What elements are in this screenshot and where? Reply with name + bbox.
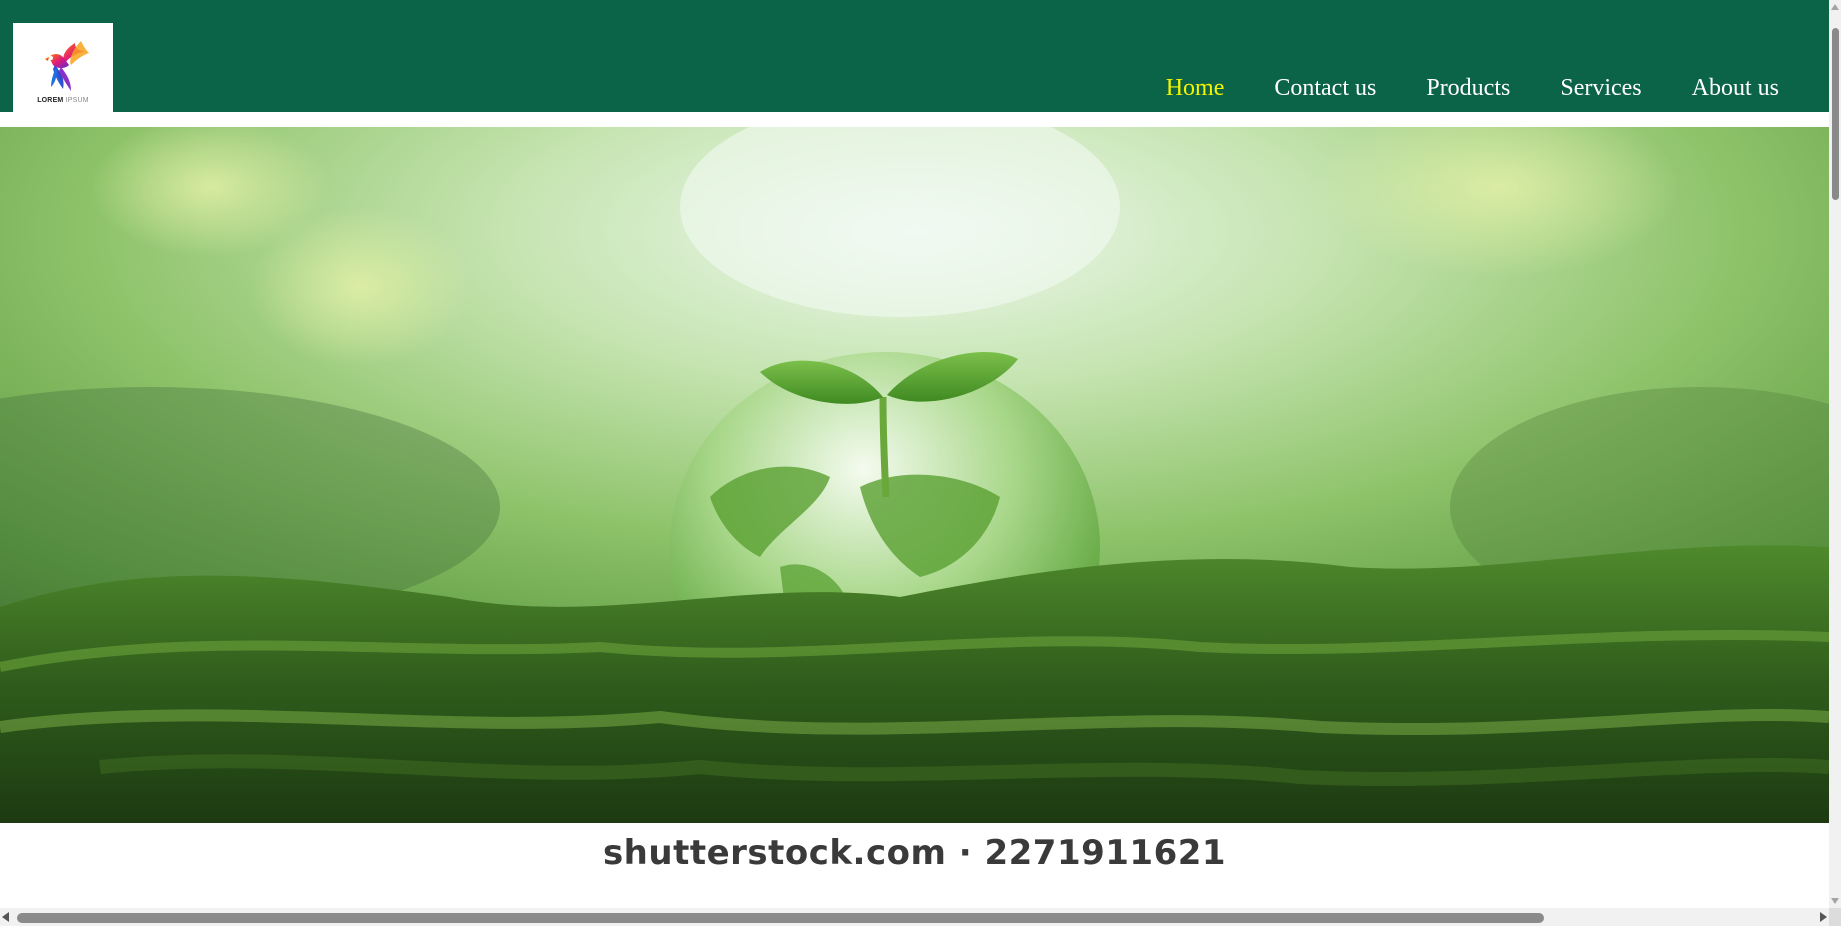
scroll-up-arrow-icon[interactable] <box>1831 4 1839 10</box>
nav-services[interactable]: Services <box>1560 72 1641 104</box>
horizontal-scroll-thumb[interactable] <box>17 913 1544 923</box>
vertical-scrollbar[interactable] <box>1829 0 1841 908</box>
main-nav: Home Contact us Products Services About … <box>1166 72 1779 104</box>
logo-text-light: IPSUM <box>65 97 89 104</box>
vertical-scroll-thumb[interactable] <box>1832 28 1839 200</box>
nav-products[interactable]: Products <box>1426 72 1510 104</box>
image-watermark-caption: shutterstock.com · 2271911621 <box>0 823 1829 896</box>
scrollbar-corner <box>1829 908 1841 926</box>
nav-home[interactable]: Home <box>1166 72 1225 104</box>
nav-about-us[interactable]: About us <box>1692 72 1779 104</box>
nav-contact-us[interactable]: Contact us <box>1274 72 1376 104</box>
scroll-left-arrow-icon[interactable] <box>2 912 9 922</box>
horizontal-scrollbar[interactable] <box>0 908 1829 926</box>
logo[interactable]: LOREM IPSUM <box>13 23 113 112</box>
logo-text: LOREM IPSUM <box>13 97 113 104</box>
bird-logo-icon <box>45 41 89 91</box>
hero-image <box>0 127 1829 823</box>
logo-text-bold: LOREM <box>37 97 64 104</box>
scroll-down-arrow-icon[interactable] <box>1831 898 1839 904</box>
scroll-right-arrow-icon[interactable] <box>1820 912 1827 922</box>
globe-sprout-moss-image <box>0 127 1829 823</box>
site-header: LOREM IPSUM Home Contact us Products Ser… <box>0 0 1829 112</box>
